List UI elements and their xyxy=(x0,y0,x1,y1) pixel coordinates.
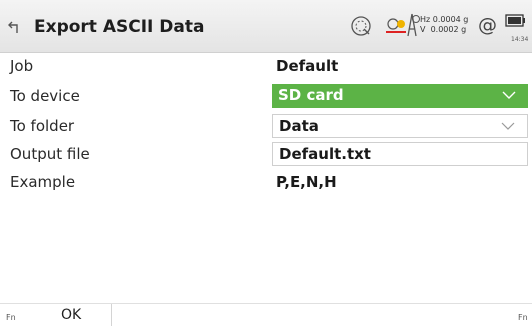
to-folder-row: To folder Data xyxy=(0,114,532,138)
example-value: P,E,N,H xyxy=(276,173,337,191)
to-device-row: To device SD card xyxy=(0,84,532,108)
job-label: Job xyxy=(10,57,34,75)
example-label: Example xyxy=(10,173,76,191)
page-title: Export ASCII Data xyxy=(34,17,205,37)
back-icon[interactable] xyxy=(8,20,22,34)
output-file-row: Output file Default.txt xyxy=(0,142,532,166)
hz-label: Hz xyxy=(420,15,431,24)
hz-value: 0.0004 g xyxy=(432,15,469,24)
to-device-value: SD card xyxy=(278,86,344,104)
ok-button[interactable]: OK xyxy=(36,304,112,326)
to-folder-value: Data xyxy=(279,117,319,135)
job-value: Default xyxy=(276,57,339,75)
battery-icon xyxy=(505,14,525,27)
to-folder-dropdown[interactable]: Data xyxy=(272,114,528,138)
output-file-input[interactable]: Default.txt xyxy=(272,142,528,166)
job-row: Job Default xyxy=(0,54,532,78)
output-file-value: Default.txt xyxy=(279,145,371,163)
v-label: V xyxy=(420,25,426,34)
title-bar: Export ASCII Data Hz 0.0004 g V 0.0002 g… xyxy=(0,0,532,53)
chevron-down-icon xyxy=(501,122,515,130)
to-device-label: To device xyxy=(10,87,80,105)
softkey-bar: Fn OK Fn xyxy=(0,303,532,326)
fn-key-left[interactable]: Fn xyxy=(6,313,16,322)
angle-readout: Hz 0.0004 g V 0.0002 g xyxy=(420,15,468,35)
ppm-station-icon[interactable] xyxy=(404,13,420,37)
chevron-down-icon xyxy=(502,91,516,99)
to-device-dropdown[interactable]: SD card xyxy=(272,84,528,108)
fn-key-right[interactable]: Fn xyxy=(518,313,528,322)
v-value: 0.0002 g xyxy=(430,25,467,34)
at-sign-icon[interactable]: @ xyxy=(478,14,497,36)
to-folder-label: To folder xyxy=(10,117,75,135)
clock-time: 14:34 xyxy=(511,36,529,43)
output-file-label: Output file xyxy=(10,145,90,163)
example-row: Example P,E,N,H xyxy=(0,170,532,194)
tilt-compensation-icon[interactable] xyxy=(350,15,372,37)
